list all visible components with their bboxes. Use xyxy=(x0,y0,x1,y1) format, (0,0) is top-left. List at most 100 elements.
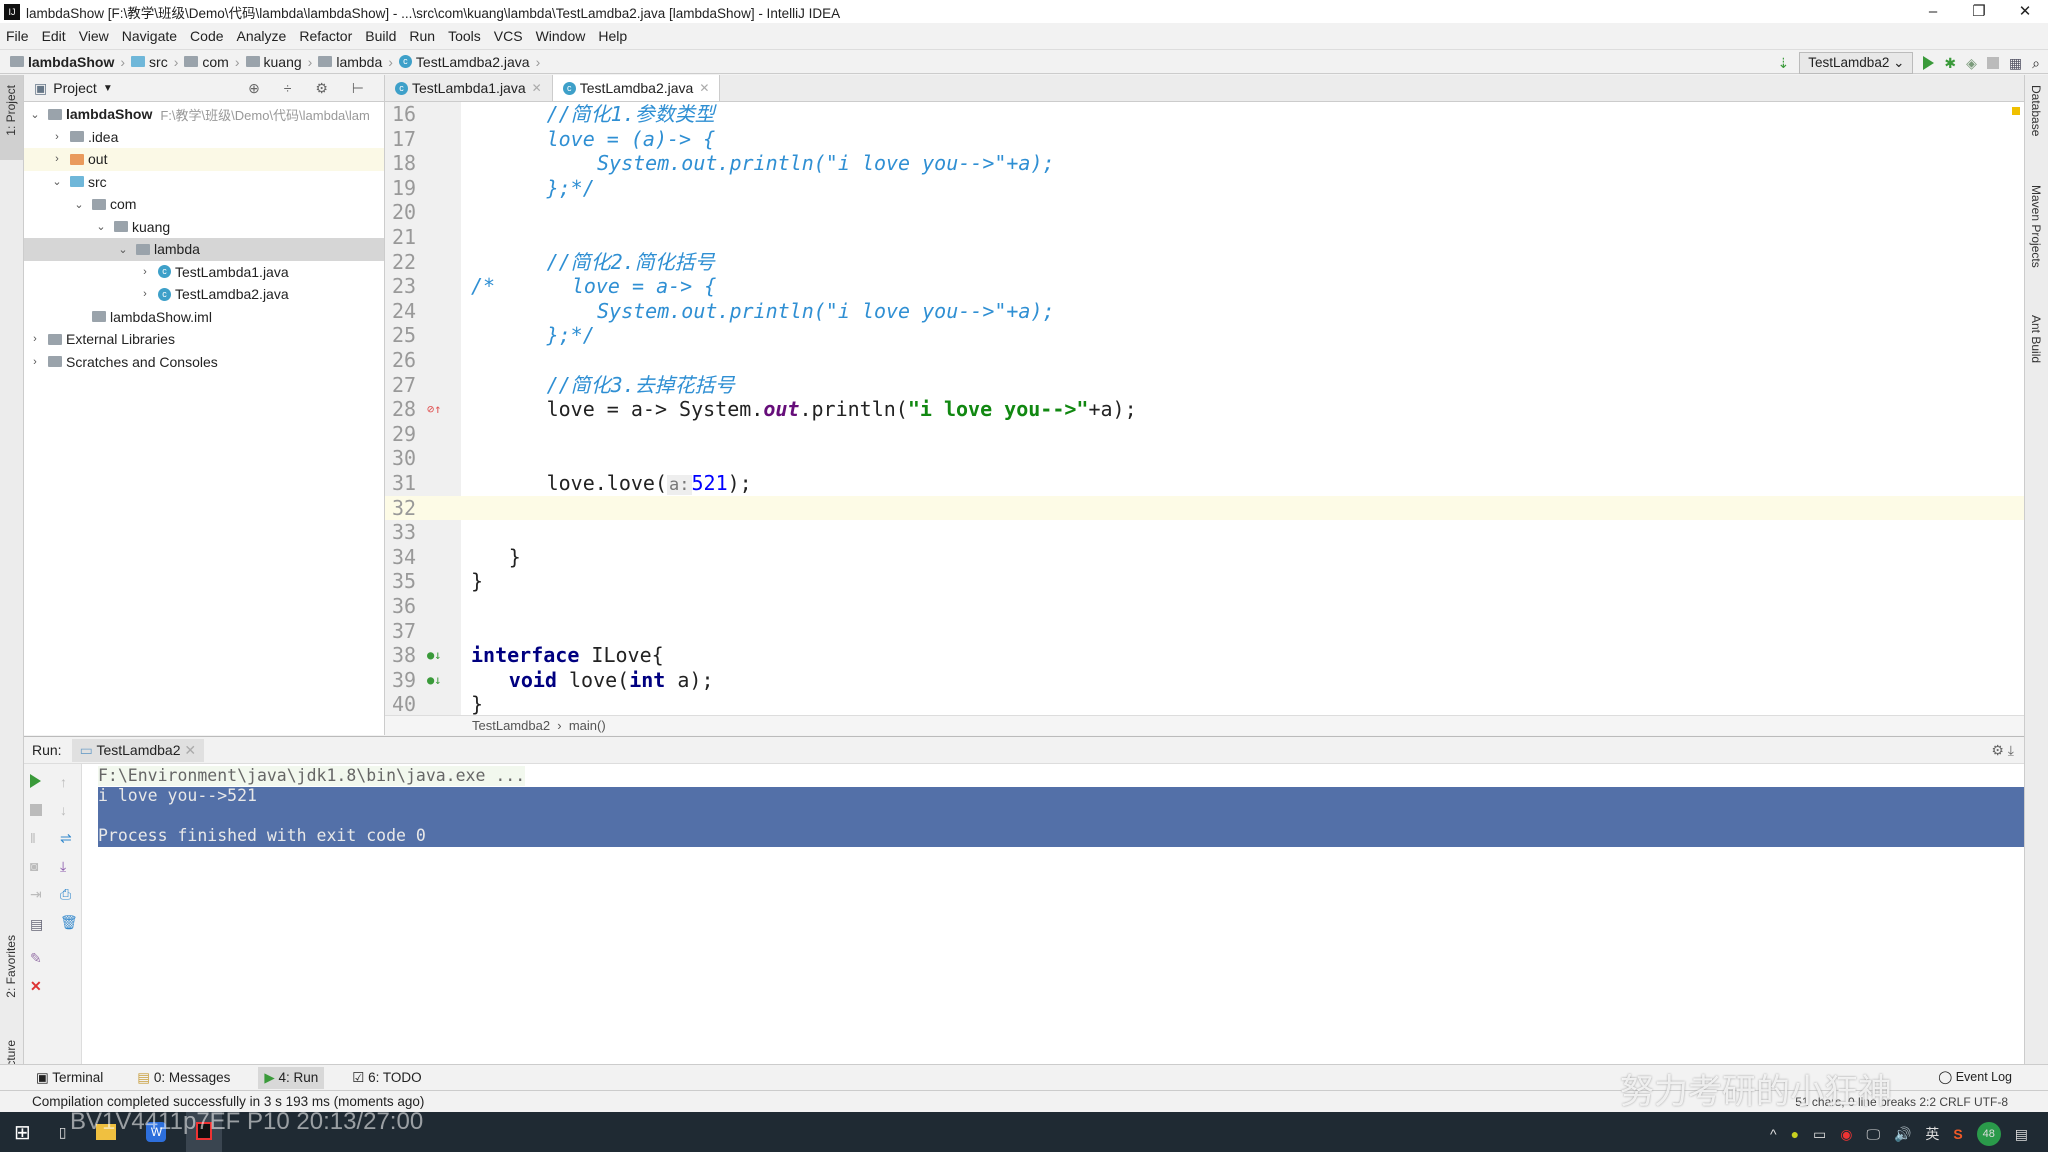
volume-icon[interactable]: 🔊 xyxy=(1894,1126,1911,1143)
code-line[interactable]: 26 xyxy=(385,348,2024,373)
expand-arrow-icon[interactable]: › xyxy=(138,288,152,300)
code-line[interactable]: 18 System.out.println("i love you-->"+a); xyxy=(385,151,2024,176)
down-arrow-icon[interactable]: ↓ xyxy=(60,802,74,818)
code-line[interactable]: 17 love = (a)-> { xyxy=(385,127,2024,152)
start-icon[interactable]: ⊞ xyxy=(14,1120,31,1145)
menu-run[interactable]: Run xyxy=(409,28,435,44)
code-line[interactable]: 20 xyxy=(385,200,2024,225)
rerun-button[interactable] xyxy=(30,774,44,788)
stop-button[interactable] xyxy=(30,804,42,816)
ant-tool-button[interactable]: Ant Build xyxy=(2029,315,2043,363)
search-icon[interactable]: ⌕ xyxy=(2032,55,2040,72)
crumb-class[interactable]: TestLamdba2 xyxy=(472,718,550,733)
expand-arrow-icon[interactable]: › xyxy=(138,266,152,278)
maven-tool-button[interactable]: Maven Projects xyxy=(2029,185,2043,268)
event-log-button[interactable]: ◯ Event Log xyxy=(1938,1069,2012,1084)
tree-item[interactable]: ⌄ lambda xyxy=(24,238,384,261)
project-view-select[interactable]: Project xyxy=(53,80,97,96)
network-icon[interactable]: 🖵 xyxy=(1866,1126,1880,1143)
tab-testlambda1[interactable]: c TestLambda1.java ✕ xyxy=(385,75,553,101)
messages-tab[interactable]: ▤ 0: Messages xyxy=(131,1067,236,1089)
crumb-method[interactable]: main() xyxy=(569,718,606,733)
code-line[interactable]: 33 xyxy=(385,520,2024,545)
tree-item[interactable]: › Scratches and Consoles xyxy=(24,351,384,374)
expand-arrow-icon[interactable]: › xyxy=(28,356,42,368)
dump-threads-icon[interactable]: ◙ xyxy=(30,858,44,874)
menu-vcs[interactable]: VCS xyxy=(494,28,523,44)
code-line[interactable]: 35} xyxy=(385,569,2024,594)
code-line[interactable]: 16 //简化1.参数类型 xyxy=(385,102,2024,127)
tree-item[interactable]: ⌄ lambdaShow F:\教学\班级\Demo\代码\lambda\lam xyxy=(24,103,384,126)
tree-item[interactable]: › out xyxy=(24,148,384,171)
code-line[interactable]: 23 /* love = a-> { xyxy=(385,274,2024,299)
tree-item[interactable]: ⌄ src xyxy=(24,171,384,194)
tree-item[interactable]: › c TestLamdba2.java xyxy=(24,283,384,306)
project-panel-actions[interactable]: ⊕ ÷ ⚙ ⊢ xyxy=(248,80,374,97)
code-line[interactable]: 38 ●↓ interface ILove{ xyxy=(385,643,2024,668)
run-button[interactable] xyxy=(1923,56,1935,70)
tray-badge[interactable]: 48 xyxy=(1976,1122,2001,1146)
restore-button[interactable]: ❐ xyxy=(1956,0,2002,23)
code-line[interactable]: 25};*/ xyxy=(385,323,2024,348)
expand-arrow-icon[interactable]: › xyxy=(28,333,42,345)
expand-arrow-icon[interactable]: ⌄ xyxy=(94,220,108,233)
tab-testlamdba2[interactable]: c TestLamdba2.java ✕ xyxy=(552,75,721,101)
code-line[interactable]: 30 xyxy=(385,446,2024,471)
layout-icon[interactable]: ▤ xyxy=(30,916,44,932)
input-method[interactable]: 英 xyxy=(1925,1124,1939,1144)
close-run-icon[interactable]: ✕ xyxy=(30,978,44,994)
tree-item[interactable]: › .idea xyxy=(24,126,384,149)
code-line[interactable]: 40} xyxy=(385,692,2024,715)
close-tab-icon[interactable]: ✕ xyxy=(532,81,542,95)
expand-arrow-icon[interactable]: › xyxy=(50,153,64,165)
project-tool-button[interactable]: 1: Project xyxy=(4,85,18,136)
pin-icon[interactable]: ✎ xyxy=(30,950,44,966)
battery-icon[interactable]: ▭ xyxy=(1813,1126,1826,1143)
notification-icon[interactable]: ▤ xyxy=(2015,1126,2028,1143)
clear-all-icon[interactable]: 🗑 xyxy=(60,914,78,930)
crumb-lambda[interactable]: lambda xyxy=(318,54,393,70)
expand-arrow-icon[interactable]: ⌄ xyxy=(50,175,64,188)
code-line[interactable]: 29 xyxy=(385,422,2024,447)
tray-expand[interactable]: ^ xyxy=(1770,1126,1777,1142)
code-line[interactable]: 34} xyxy=(385,545,2024,570)
crumb-file[interactable]: c TestLamdba2.java xyxy=(398,54,540,70)
menu-window[interactable]: Window xyxy=(536,28,586,44)
menu-navigate[interactable]: Navigate xyxy=(122,28,177,44)
warning-marker[interactable] xyxy=(2012,107,2020,115)
code-line[interactable]: 24 System.out.println("i love you-->"+a); xyxy=(385,299,2024,324)
console-output[interactable]: F:\Environment\java\jdk1.8\bin\java.exe … xyxy=(82,764,2024,1064)
code-line[interactable]: 22 //简化2.简化括号 xyxy=(385,250,2024,275)
expand-arrow-icon[interactable]: › xyxy=(50,131,64,143)
expand-arrow-icon[interactable]: ⌄ xyxy=(72,198,86,211)
tree-item[interactable]: lambdaShow.iml xyxy=(24,306,384,329)
todo-tab[interactable]: ☑ 6: TODO xyxy=(346,1067,427,1089)
menu-edit[interactable]: Edit xyxy=(42,28,66,44)
crumb-project[interactable]: lambdaShow xyxy=(10,54,125,70)
lambda-implementation-icon[interactable]: ⊘↑ xyxy=(427,397,441,422)
project-structure-icon[interactable]: ▦ xyxy=(2009,55,2022,72)
debug-button[interactable]: ✱ xyxy=(1944,55,1956,72)
settings-icon[interactable]: ⚙ ⤓ xyxy=(1991,742,2014,759)
implemented-icon[interactable]: ●↓ xyxy=(427,643,441,668)
menu-code[interactable]: Code xyxy=(190,28,223,44)
menu-file[interactable]: File xyxy=(6,28,29,44)
menu-help[interactable]: Help xyxy=(598,28,627,44)
run-configuration-select[interactable]: TestLamdba2 ⌄ xyxy=(1799,52,1914,74)
implemented-icon[interactable]: ●↓ xyxy=(427,668,441,693)
code-line[interactable]: 28 ⊘↑ love = a-> System.out.println("i lov… xyxy=(385,397,2024,422)
crumb-kuang[interactable]: kuang xyxy=(245,54,313,70)
code-line[interactable]: 19};*/ xyxy=(385,176,2024,201)
scroll-to-end-icon[interactable]: ⤓ xyxy=(60,858,74,874)
run-tool-tab[interactable]: ▶ 4: Run xyxy=(258,1066,325,1089)
crumb-com[interactable]: com xyxy=(184,54,239,70)
tree-item[interactable]: › External Libraries xyxy=(24,328,384,351)
code-line[interactable]: 37 xyxy=(385,619,2024,644)
sort-icon[interactable]: ⇣ xyxy=(1778,55,1790,72)
code-line[interactable]: 31 love.love(a: 521); xyxy=(385,471,2024,496)
exit-icon[interactable]: ⇥ xyxy=(30,886,44,902)
code-line[interactable]: 27 //简化3.去掉花括号 xyxy=(385,373,2024,398)
close-tab-icon[interactable]: ✕ xyxy=(699,81,709,95)
expand-arrow-icon[interactable]: ⌄ xyxy=(28,108,42,121)
tray-record-icon[interactable]: ◉ xyxy=(1840,1126,1852,1143)
